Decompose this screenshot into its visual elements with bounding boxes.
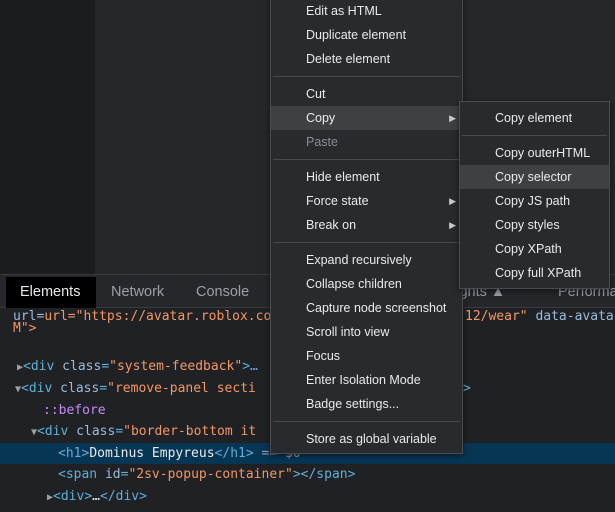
menu-item-expand-recursively[interactable]: Expand recursively <box>271 248 462 272</box>
menu-label: Hide element <box>306 170 380 184</box>
submenu-arrow-icon: ▶ <box>449 220 456 230</box>
menu-item-badge-settings[interactable]: Badge settings... <box>271 392 462 416</box>
menu-separator <box>273 242 460 243</box>
tag-tail: > <box>463 381 471 396</box>
tab-network[interactable]: Network <box>97 277 178 308</box>
menu-separator <box>462 135 607 136</box>
menu-label: Expand recursively <box>306 253 412 267</box>
tab-elements[interactable]: Elements <box>6 277 96 308</box>
attr-name: id <box>104 467 121 482</box>
tag-tail: >… <box>242 359 258 374</box>
menu-item-duplicate-element[interactable]: Duplicate element <box>271 23 462 47</box>
menu-label: Copy selector <box>495 170 572 184</box>
menu-item-copy-full-xpath[interactable]: Copy full XPath <box>460 261 609 285</box>
menu-item-break-on[interactable]: Break on ▶ <box>271 213 462 237</box>
attr-name: class <box>76 424 116 439</box>
dom-line-fragment: > <box>463 378 483 399</box>
menu-item-scroll-into-view[interactable]: Scroll into view <box>271 320 462 344</box>
tab-label: Elements <box>20 284 81 300</box>
attr-value: "system-feedback" <box>109 359 243 374</box>
menu-item-copy-js-path[interactable]: Copy JS path <box>460 189 609 213</box>
menu-label: Cut <box>306 87 326 101</box>
menu-item-enter-isolation-mode[interactable]: Enter Isolation Mode <box>271 368 462 392</box>
menu-label: Copy element <box>495 111 573 125</box>
menu-separator <box>273 76 460 77</box>
menu-item-paste[interactable]: Paste <box>271 130 462 154</box>
menu-item-focus[interactable]: Focus <box>271 344 462 368</box>
menu-label: Capture node screenshot <box>306 301 447 315</box>
menu-label: Badge settings... <box>306 397 400 411</box>
menu-item-edit-as-html[interactable]: Edit as HTML <box>271 0 462 23</box>
menu-item-cut[interactable]: Cut <box>271 82 462 106</box>
menu-separator <box>273 159 460 160</box>
menu-item-capture-node-screenshot[interactable]: Capture node screenshot <box>271 296 462 320</box>
context-menu: Edit as HTML Duplicate element Delete el… <box>270 0 463 454</box>
page-viewport-left <box>0 0 95 274</box>
menu-label: Force state <box>306 194 369 208</box>
submenu-arrow-icon: ▶ <box>449 113 456 123</box>
dom-line[interactable]: ▶<div>…</div> <box>47 486 615 507</box>
tab-label: Network <box>111 284 165 300</box>
tab-console[interactable]: Console <box>182 277 263 308</box>
menu-item-copy[interactable]: Copy ▶ <box>271 106 462 130</box>
ellipsis[interactable]: … <box>92 489 100 504</box>
menu-item-force-state[interactable]: Force state ▶ <box>271 189 462 213</box>
menu-label: Store as global variable <box>306 432 437 446</box>
attr-name: class <box>62 359 102 374</box>
menu-label: Collapse children <box>306 277 402 291</box>
menu-label: Delete element <box>306 52 391 66</box>
menu-item-copy-styles[interactable]: Copy styles <box>460 213 609 237</box>
menu-item-copy-element[interactable]: Copy element <box>460 106 609 130</box>
menu-label: Copy outerHTML <box>495 146 591 160</box>
menu-item-copy-outerhtml[interactable]: Copy outerHTML <box>460 141 609 165</box>
dom-line[interactable]: <span id="2sv-popup-container"></span> <box>58 464 615 485</box>
menu-label: Copy XPath <box>495 242 562 256</box>
menu-label: Duplicate element <box>306 28 407 42</box>
submenu-arrow-icon: ▶ <box>449 196 456 206</box>
menu-item-copy-selector[interactable]: Copy selector <box>460 165 609 189</box>
menu-item-store-as-global-variable[interactable]: Store as global variable <box>271 427 462 451</box>
menu-item-collapse-children[interactable]: Collapse children <box>271 272 462 296</box>
menu-label: Paste <box>306 135 338 149</box>
attr-value-end: M"> <box>13 321 37 336</box>
menu-item-delete-element[interactable]: Delete element <box>271 47 462 71</box>
attr-value: "2sv-popup-container" <box>128 467 293 482</box>
menu-separator <box>273 421 460 422</box>
menu-label: Copy JS path <box>495 194 571 208</box>
menu-label: Copy full XPath <box>495 266 582 280</box>
tab-label: Console <box>196 284 250 300</box>
attr-name: class <box>60 381 100 396</box>
menu-item-copy-xpath[interactable]: Copy XPath <box>460 237 609 261</box>
menu-label: Edit as HTML <box>306 4 382 18</box>
text-node: Dominus Empyreus <box>89 446 215 461</box>
copy-submenu: Copy element Copy outerHTML Copy selecto… <box>459 101 610 289</box>
attr-value: "border-bottom it <box>123 424 257 439</box>
menu-label: Scroll into view <box>306 325 390 339</box>
menu-label: Break on <box>306 218 357 232</box>
menu-label: Enter Isolation Mode <box>306 373 421 387</box>
attr-value: "remove-panel secti <box>107 381 256 396</box>
menu-label: Copy <box>306 111 336 125</box>
menu-label: Focus <box>306 349 341 363</box>
menu-item-hide-element[interactable]: Hide element <box>271 165 462 189</box>
pseudo-element: ::before <box>43 403 106 418</box>
menu-label: Copy styles <box>495 218 560 232</box>
